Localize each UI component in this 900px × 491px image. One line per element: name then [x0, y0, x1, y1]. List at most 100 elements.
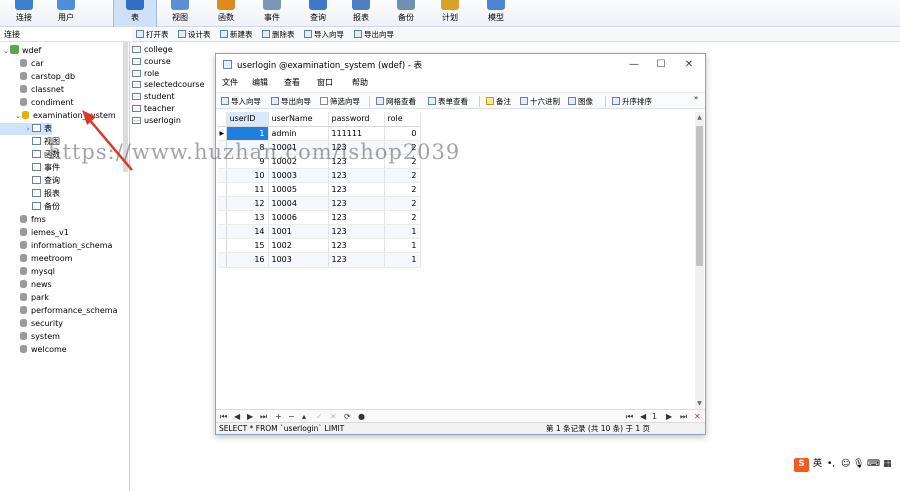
last-page-icon[interactable]: ⏭ [680, 411, 687, 422]
stop-icon[interactable]: ● [358, 411, 365, 422]
toolbar-query-button[interactable]: 查询 [296, 0, 340, 27]
row-indicator[interactable] [218, 252, 227, 268]
cell-userID[interactable]: 12 [226, 196, 269, 212]
first-record-icon[interactable]: ⏮ [220, 411, 227, 422]
table-row[interactable]: 8 10001 123 2 [218, 140, 421, 155]
row-indicator[interactable] [218, 168, 227, 183]
row-indicator[interactable] [218, 182, 227, 198]
memo-button[interactable]: 备注 [486, 96, 511, 107]
prev-page-icon[interactable]: ◀ [640, 411, 646, 422]
tree-database-security[interactable]: security [0, 318, 63, 330]
close-button[interactable]: ✕ [676, 57, 702, 72]
next-page-icon[interactable]: ▶ [666, 411, 672, 422]
toolbar-user-button[interactable]: 用户 [44, 0, 88, 27]
column-header-role[interactable]: role [384, 112, 421, 127]
toolbar-table-button[interactable]: 表 [113, 0, 157, 27]
toolbar-schedule-button[interactable]: 计划 [428, 0, 472, 27]
minimize-button[interactable]: — [621, 57, 647, 72]
tree-database-open[interactable]: ⌄ examination_system [0, 110, 116, 122]
row-indicator[interactable] [218, 140, 227, 155]
toolbar-overflow-icon[interactable]: » [694, 93, 698, 104]
confirm-icon[interactable]: ✓ [316, 411, 323, 422]
tree-object-2[interactable]: 函数 [0, 149, 60, 161]
sidebar-scrollbar[interactable] [123, 42, 128, 172]
export-wizard-button[interactable]: 导出向导 [271, 96, 311, 107]
tree-connection[interactable]: ⌄ wdef [0, 45, 41, 57]
last-record-icon[interactable]: ⏭ [260, 411, 267, 422]
cell-password[interactable]: 123 [328, 252, 385, 268]
tree-object-6[interactable]: 备份 [0, 201, 60, 213]
microphone-icon[interactable]: 🎙 [853, 458, 864, 471]
tree-database-car[interactable]: car [0, 58, 44, 70]
apply-changes-icon[interactable]: ▴ [302, 411, 306, 422]
export-wizard-button[interactable]: 导出向导 [354, 29, 394, 41]
scroll-up-icon[interactable]: ▲ [695, 114, 704, 121]
cell-role[interactable]: 1 [384, 224, 421, 240]
cell-password[interactable]: 123 [328, 168, 385, 183]
delete-table-button[interactable]: 删除表 [262, 29, 295, 41]
table-item-college[interactable]: college [132, 44, 222, 56]
cell-userName[interactable]: 1001 [268, 224, 329, 240]
import-wizard-button[interactable]: 导入向导 [221, 96, 261, 107]
row-indicator[interactable] [218, 210, 227, 226]
tree-database-carstop_db[interactable]: carstop_db [0, 71, 75, 83]
next-record-icon[interactable]: ▶ [247, 411, 253, 422]
cell-userName[interactable]: 1002 [268, 238, 329, 254]
cell-userName[interactable]: 10005 [268, 182, 329, 198]
tree-database-information_schema[interactable]: information_schema [0, 240, 112, 252]
cell-userID[interactable]: 1 [226, 126, 269, 141]
cell-userID[interactable]: 14 [226, 224, 269, 240]
menu-item-1[interactable]: 编辑 [252, 77, 268, 89]
tree-database-system[interactable]: system [0, 331, 60, 343]
cell-password[interactable]: 123 [328, 140, 385, 155]
cell-role[interactable]: 1 [384, 252, 421, 268]
table-row[interactable]: 9 10002 123 2 [218, 154, 421, 169]
tree-object-4[interactable]: 查询 [0, 175, 60, 187]
table-item-course[interactable]: course [132, 56, 222, 68]
cell-role[interactable]: 2 [384, 140, 421, 155]
cell-role[interactable]: 2 [384, 182, 421, 198]
toolbar-model-button[interactable]: 模型 [474, 0, 518, 27]
page-number[interactable]: 1 [652, 411, 657, 422]
refresh-icon[interactable]: ⟳ [344, 411, 351, 422]
window-titlebar[interactable]: userlogin @examination_system (wdef) - 表… [216, 54, 705, 75]
cell-userID[interactable]: 15 [226, 238, 269, 254]
menu-item-2[interactable]: 查看 [284, 77, 300, 89]
row-indicator[interactable] [218, 238, 227, 254]
table-item-userlogin[interactable]: userlogin [132, 115, 222, 127]
design-table-button[interactable]: 设计表 [178, 29, 211, 41]
cell-role[interactable]: 2 [384, 210, 421, 226]
table-row[interactable]: 15 1002 123 1 [218, 238, 421, 254]
menu-item-3[interactable]: 窗口 [317, 77, 333, 89]
table-row[interactable]: ▶ 1 admin 111111 0 [218, 126, 421, 141]
cell-role[interactable]: 1 [384, 238, 421, 254]
table-item-selectedcourse[interactable]: selectedcourse [132, 79, 222, 91]
cell-userID[interactable]: 16 [226, 252, 269, 268]
cell-password[interactable]: 123 [328, 196, 385, 212]
grid-view-button[interactable]: 网格查看 [376, 96, 416, 107]
import-wizard-button[interactable]: 导入向导 [304, 29, 344, 41]
scroll-down-icon[interactable]: ▼ [695, 400, 704, 407]
keyboard-icon[interactable]: ⌨ [867, 458, 880, 471]
grid-vertical-scrollbar[interactable]: ▲ ▼ [695, 112, 704, 409]
cell-userName[interactable]: admin [268, 126, 329, 141]
toolbar-backup-button[interactable]: 备份 [384, 0, 428, 27]
expand-icon[interactable]: › [24, 123, 32, 135]
tree-database-meetroom[interactable]: meetroom [0, 253, 72, 265]
cell-role[interactable]: 2 [384, 154, 421, 169]
column-header-userName[interactable]: userName [268, 112, 329, 127]
tree-database-fms[interactable]: fms [0, 214, 46, 226]
tree-database-park[interactable]: park [0, 292, 49, 304]
cell-role[interactable]: 0 [384, 126, 421, 141]
table-row[interactable]: 14 1001 123 1 [218, 224, 421, 240]
current-row-indicator-icon[interactable]: ▶ [218, 126, 227, 141]
tree-object-0[interactable]: › 表 [0, 123, 52, 135]
sogou-ime-icon[interactable]: S [794, 458, 809, 472]
cell-password[interactable]: 123 [328, 182, 385, 198]
cell-userID[interactable]: 13 [226, 210, 269, 226]
hex-button[interactable]: 十六进制 [520, 96, 560, 107]
ime-language[interactable]: 英 [813, 458, 822, 471]
new-table-button[interactable]: 新建表 [220, 29, 253, 41]
column-header-userID[interactable]: userID [226, 112, 269, 127]
cell-userID[interactable]: 10 [226, 168, 269, 183]
